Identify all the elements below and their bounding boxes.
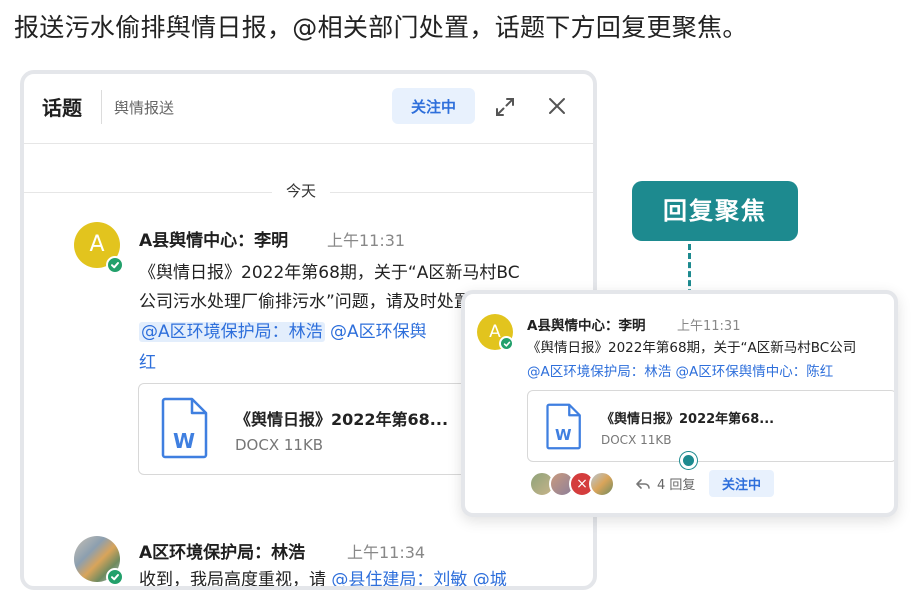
message-author[interactable]: A县舆情中心：李明 [527,314,645,334]
message-time: 上午11:31 [327,231,406,250]
message-time: 上午11:34 [347,543,426,562]
message-text-line1: 《舆情日报》2022年第68期，关于“A区新马村BC公司 [527,340,857,356]
message-text-plain: 收到，我局高度重视，请 [139,570,326,590]
headline: 报送污水偷排舆情日报，@相关部门处置，话题下方回复更聚焦。 [14,13,748,42]
file-attachment[interactable]: W 《舆情日报》2022年第68... DOCX 11KB [527,390,894,462]
message-author[interactable]: A区环境保护局：林浩 [139,538,305,563]
reply-count[interactable]: 4 回复 [657,474,695,493]
mention-link[interactable]: @A区环境保护局：林浩 [139,322,325,342]
mention-link[interactable]: @A区环保舆 [330,322,427,342]
file-meta: DOCX 11KB [601,433,672,447]
expand-icon[interactable] [494,96,516,118]
panel-header: 话题 舆情报送 关注中 [24,74,593,144]
focused-message-card: A A县舆情中心：李明 上午11:31 《舆情日报》2022年第68期，关于“A… [461,290,898,517]
file-name[interactable]: 《舆情日报》2022年第68... [601,408,774,427]
close-icon[interactable] [546,95,568,117]
message-text-line1: 《舆情日报》2022年第68期，关于“A区新马村BC [139,263,520,283]
panel-subtitle: 舆情报送 [114,99,175,117]
follow-button[interactable]: 关注中 [392,88,475,124]
follow-button[interactable]: 关注中 [709,470,774,497]
header-divider [101,90,102,124]
callout-anchor-dot [680,452,697,469]
verified-icon [106,256,124,274]
message-text-line2: 公司污水处理厂偷排污水”问题，请及时处置 [139,292,471,312]
mention-link-continued[interactable]: 红 [139,348,156,378]
message-author[interactable]: A县舆情中心：李明 [139,226,288,251]
day-label: 今天 [272,180,331,201]
mention-link[interactable]: @县住建局：刘敏 @城 [331,570,506,586]
message-text: 收到，我局高度重视，请 @县住建局：刘敏 @城 [139,565,507,590]
message-mentions: @A区环境保护局：林浩 @A区环保舆 [139,317,427,347]
file-type-letter: W [555,426,572,444]
reply-avatars[interactable]: × [529,471,629,497]
file-meta: DOCX 11KB [235,436,324,454]
file-attachment[interactable]: W 《舆情日报》2022年第68... DOCX 11KB [138,383,508,475]
panel-title: 话题 [42,96,82,120]
message-time: 上午11:31 [677,319,741,334]
message-mentions[interactable]: @A区环境保护局：林浩 @A区环保舆情中心：陈红 [527,360,833,384]
avatar [589,471,615,497]
file-type-letter: W [173,429,196,453]
file-name[interactable]: 《舆情日报》2022年第68... [235,406,448,430]
reply-focus-callout: 回复聚焦 [632,181,798,241]
verified-icon [106,568,124,586]
reply-icon[interactable] [635,476,651,492]
verified-icon [499,336,514,351]
